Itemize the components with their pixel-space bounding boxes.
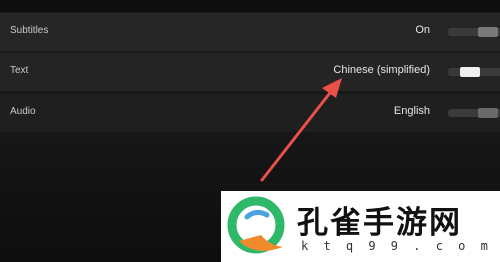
watermark: 孔雀手游网 k t q 9 9 . c o m xyxy=(221,191,500,262)
peacock-logo-icon xyxy=(227,196,285,254)
watermark-url: k t q 9 9 . c o m xyxy=(301,239,492,253)
watermark-title: 孔雀手游网 xyxy=(297,205,462,241)
